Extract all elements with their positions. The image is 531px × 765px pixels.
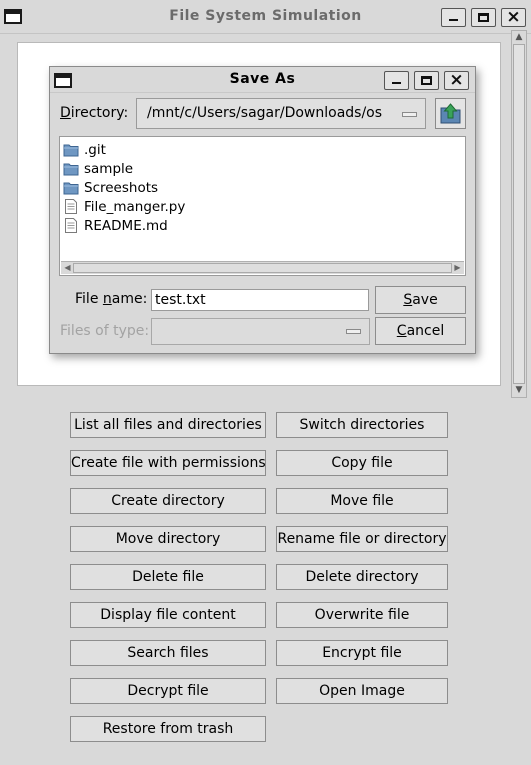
maximize-icon: [478, 13, 489, 22]
save-button[interactable]: Save: [375, 286, 466, 314]
dialog-close-button[interactable]: ×: [444, 70, 469, 90]
switch-directories-button[interactable]: Switch directories: [276, 412, 448, 438]
filetype-combobox: [151, 318, 370, 345]
encrypt-file-button[interactable]: Encrypt file: [276, 640, 448, 666]
move-file-button[interactable]: Move file: [276, 488, 448, 514]
main-titlebar: File System Simulation ×: [0, 0, 531, 34]
scroll-up-arrow-icon[interactable]: ▲: [513, 32, 525, 43]
search-files-button[interactable]: Search files: [70, 640, 266, 666]
dialog-titlebar: Save As ×: [50, 67, 475, 93]
create-file-button[interactable]: Create file with permissions: [70, 450, 266, 476]
horizontal-scrollbar-thumb[interactable]: [73, 263, 452, 273]
filename-label: File name:: [75, 291, 147, 307]
file-name: Screeshots: [84, 179, 159, 196]
list-item[interactable]: README.md: [63, 216, 168, 235]
maximize-button[interactable]: [471, 8, 496, 27]
list-files-button[interactable]: List all files and directories: [70, 412, 266, 438]
document-icon: [65, 199, 77, 214]
minimize-button[interactable]: [441, 8, 466, 27]
scroll-left-arrow-icon[interactable]: ◀: [62, 262, 73, 274]
list-item[interactable]: sample: [63, 159, 133, 178]
save-as-dialog: Save As × Directory: /mnt/c/Users/sagar/…: [49, 66, 476, 354]
directory-label-mnemonic: D: [60, 105, 71, 121]
filetype-label: Files of type:: [60, 323, 150, 339]
dialog-minimize-button[interactable]: [384, 71, 409, 90]
filename-input[interactable]: [151, 289, 369, 311]
overwrite-file-button[interactable]: Overwrite file: [276, 602, 448, 628]
combobox-handle-icon: [346, 329, 361, 334]
combobox-handle-icon: [402, 112, 417, 117]
close-button[interactable]: ×: [501, 7, 526, 27]
open-image-button[interactable]: Open Image: [276, 678, 448, 704]
close-icon: ×: [506, 7, 521, 27]
minimize-icon: [392, 82, 401, 84]
save-mnemonic: S: [403, 292, 413, 308]
cancel-mnemonic: C: [396, 323, 407, 339]
maximize-icon: [421, 76, 432, 85]
parent-directory-button[interactable]: [435, 98, 466, 129]
restore-from-trash-button[interactable]: Restore from trash: [70, 716, 266, 742]
file-name: File_manger.py: [84, 198, 186, 215]
decrypt-file-button[interactable]: Decrypt file: [70, 678, 266, 704]
scroll-down-arrow-icon[interactable]: ▼: [513, 385, 525, 396]
scrollbar-thumb[interactable]: [513, 44, 525, 384]
rename-button[interactable]: Rename file or directory: [276, 526, 448, 552]
directory-label-text: irectory:: [70, 105, 129, 121]
delete-directory-button[interactable]: Delete directory: [276, 564, 448, 590]
dialog-title: Save As: [229, 71, 296, 87]
close-icon: ×: [449, 70, 464, 90]
horizontal-scrollbar[interactable]: ◀ ▶: [61, 261, 464, 274]
filename-label-pre: File: [75, 291, 103, 307]
list-item[interactable]: .git: [63, 140, 106, 159]
vertical-scrollbar[interactable]: ▲ ▼: [511, 30, 527, 398]
file-name: README.md: [84, 217, 168, 234]
scroll-right-arrow-icon[interactable]: ▶: [452, 262, 463, 274]
move-directory-button[interactable]: Move directory: [70, 526, 266, 552]
display-file-content-button[interactable]: Display file content: [70, 602, 266, 628]
save-label: ave: [412, 292, 438, 308]
directory-combobox[interactable]: /mnt/c/Users/sagar/Downloads/os: [136, 98, 426, 129]
list-item[interactable]: File_manger.py: [63, 197, 185, 216]
file-list[interactable]: .git sample Screeshots File_manger.py RE…: [59, 136, 466, 276]
minimize-icon: [449, 19, 458, 21]
dialog-maximize-button[interactable]: [414, 71, 439, 90]
filename-label-mnemonic: n: [102, 291, 112, 307]
copy-file-button[interactable]: Copy file: [276, 450, 448, 476]
cancel-label: ancel: [406, 323, 445, 339]
folder-icon: [63, 144, 79, 157]
filename-label-post: ame:: [111, 291, 148, 307]
folder-up-icon: [440, 103, 461, 124]
list-item[interactable]: Screeshots: [63, 178, 158, 197]
cancel-button[interactable]: Cancel: [375, 317, 466, 345]
directory-label: Directory:: [60, 105, 128, 121]
folder-icon: [63, 163, 79, 176]
create-directory-button[interactable]: Create directory: [70, 488, 266, 514]
directory-value: /mnt/c/Users/sagar/Downloads/os: [147, 105, 383, 121]
document-icon: [65, 218, 77, 233]
delete-file-button[interactable]: Delete file: [70, 564, 266, 590]
file-name: sample: [84, 160, 134, 177]
file-name: .git: [84, 141, 106, 158]
folder-icon: [63, 182, 79, 195]
